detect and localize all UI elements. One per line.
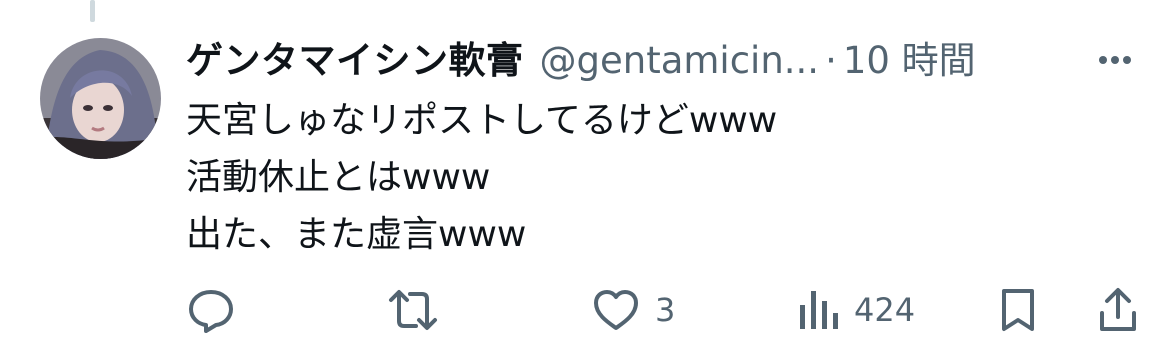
- views-button[interactable]: 424: [796, 285, 915, 335]
- more-options-icon[interactable]: [1090, 48, 1140, 72]
- bookmark-icon: [1002, 289, 1034, 331]
- tweet-text-line: 出た、また虚言www: [186, 214, 527, 255]
- tweet-text-line: 活動休止とはwww: [186, 157, 491, 198]
- thread-connector-line: [90, 0, 95, 22]
- bookmark-button[interactable]: [996, 285, 1040, 335]
- views-icon: [800, 291, 838, 329]
- share-icon: [1100, 288, 1136, 331]
- like-button[interactable]: 3: [591, 285, 675, 335]
- display-name[interactable]: ゲンタマイシン軟膏: [186, 39, 524, 82]
- share-button[interactable]: [1096, 285, 1140, 335]
- like-count: 3: [655, 291, 676, 329]
- avatar-image: [40, 38, 161, 159]
- avatar[interactable]: [40, 38, 161, 159]
- reply-icon: [189, 290, 233, 333]
- retweet-button[interactable]: [386, 285, 440, 335]
- user-handle[interactable]: @gentamicin...: [540, 39, 820, 82]
- timestamp[interactable]: 10 時間: [843, 39, 976, 82]
- action-bar: 3 424: [186, 285, 1146, 335]
- tweet-text: 天宮しゅなリポストしてるけどwww 活動休止とはwww 出た、また虚言www: [186, 92, 1086, 263]
- view-count: 424: [854, 291, 916, 329]
- reply-button[interactable]: [186, 285, 236, 335]
- tweet-header: ゲンタマイシン軟膏 @gentamicin... · 10 時間: [186, 36, 1086, 86]
- separator-dot: ·: [825, 39, 837, 82]
- tweet-text-line: 天宮しゅなリポストしてるけどwww: [186, 100, 778, 141]
- heart-icon: [594, 290, 638, 330]
- retweet-icon: [389, 290, 437, 330]
